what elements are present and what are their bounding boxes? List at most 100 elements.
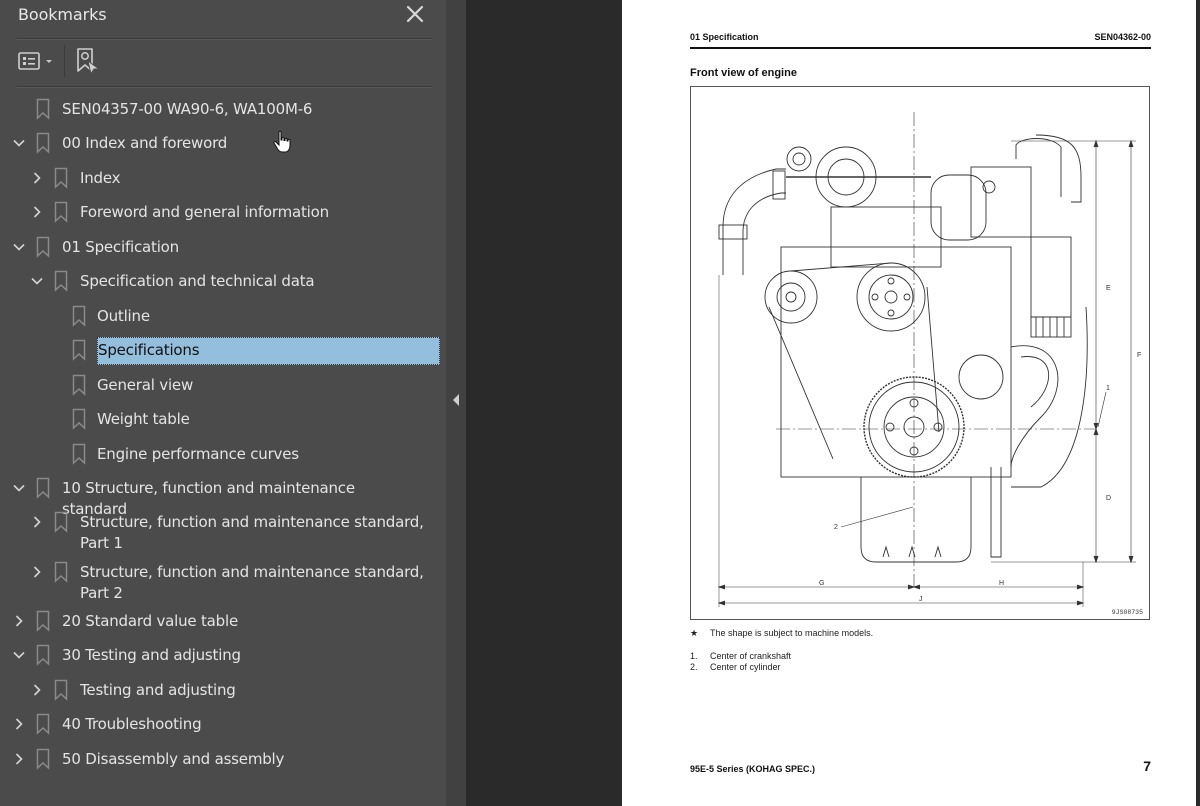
- bookmark-item[interactable]: SEN04357-00 WA90-6, WA100M-6: [0, 92, 446, 126]
- bookmark-item[interactable]: Structure, function and maintenance stan…: [0, 555, 446, 603]
- bookmark-item[interactable]: Index: [0, 161, 446, 195]
- bookmark-item[interactable]: Structure, function and maintenance stan…: [0, 505, 446, 553]
- bookmark-label: Foreword and general information: [80, 203, 329, 221]
- bookmark-icon: [72, 374, 86, 396]
- dim-label-J: J: [919, 596, 923, 603]
- bookmark-icon: [36, 748, 50, 770]
- bookmarks-toolbar: [0, 40, 446, 86]
- bookmark-item[interactable]: 00 Index and foreword: [0, 126, 446, 160]
- toolbar-separator: [64, 45, 65, 77]
- bookmark-item[interactable]: 20 Standard value table: [0, 604, 446, 638]
- bookmark-icon: [36, 98, 50, 120]
- bookmark-item[interactable]: Outline: [0, 299, 446, 333]
- vertical-scrollbar[interactable]: [1196, 0, 1200, 806]
- bookmark-icon: [72, 408, 86, 430]
- figure-id: 9JS08735: [1111, 609, 1143, 616]
- document-page: 01 Specification SEN04362-00 Front view …: [622, 0, 1196, 806]
- callout-2: 2: [834, 524, 838, 531]
- dim-label-G: G: [819, 580, 824, 587]
- bookmark-options-button[interactable]: [17, 50, 57, 74]
- star-icon: ★: [690, 628, 699, 638]
- bookmark-item[interactable]: 01 Specification: [0, 230, 446, 264]
- panel-collapse-handle[interactable]: [446, 0, 466, 806]
- bookmark-icon: [72, 305, 86, 327]
- header-rule: [690, 47, 1151, 49]
- bookmark-label: General view: [97, 376, 194, 394]
- legend-item: 1. Center of crankshaft: [690, 651, 792, 661]
- dim-label-H: H: [999, 580, 1004, 587]
- bookmark-label: 40 Troubleshooting: [62, 715, 202, 733]
- close-panel-button[interactable]: [404, 3, 426, 25]
- section-title: Front view of engine: [690, 67, 797, 79]
- collapse-panel-left-icon: [453, 394, 459, 406]
- panel-title: Bookmarks: [18, 5, 107, 24]
- page-footer-series: 95E-5 Series (KOHAG SPEC.): [690, 764, 816, 774]
- chevron-right-icon[interactable]: [12, 717, 26, 731]
- bookmark-label: 01 Specification: [62, 238, 179, 256]
- bookmark-item[interactable]: 50 Disassembly and assembly: [0, 742, 446, 776]
- bookmark-item[interactable]: Weight table: [0, 402, 446, 436]
- bookmark-icon: [54, 201, 68, 223]
- bookmark-item[interactable]: Specification and technical data: [0, 264, 446, 298]
- chevron-right-icon[interactable]: [30, 565, 44, 579]
- bookmarks-header: Bookmarks: [0, 0, 446, 38]
- bookmark-item[interactable]: Specifications: [0, 333, 446, 367]
- chevron-down-icon[interactable]: [12, 136, 26, 150]
- find-current-bookmark-button[interactable]: [75, 47, 103, 77]
- bookmark-label: SEN04357-00 WA90-6, WA100M-6: [62, 100, 313, 118]
- bookmark-item[interactable]: Testing and adjusting: [0, 673, 446, 707]
- bookmark-item[interactable]: 40 Troubleshooting: [0, 707, 446, 741]
- bookmark-icon: [36, 236, 50, 258]
- chevron-down-icon[interactable]: [12, 648, 26, 662]
- bookmark-label: 20 Standard value table: [62, 612, 238, 630]
- close-icon: [406, 5, 424, 23]
- chevron-right-icon[interactable]: [30, 683, 44, 697]
- dim-label-D: D: [1106, 495, 1111, 502]
- chevron-right-icon[interactable]: [30, 515, 44, 529]
- page-header-section: 01 Specification: [690, 32, 759, 42]
- chevron-down-icon[interactable]: [12, 481, 26, 495]
- chevron-right-icon[interactable]: [30, 205, 44, 219]
- chevron-down-icon: [46, 60, 52, 63]
- callout-1: 1: [1106, 385, 1110, 392]
- bookmark-icon: [54, 561, 68, 583]
- dim-label-E: E: [1106, 285, 1111, 292]
- bookmark-icon: [54, 167, 68, 189]
- bookmark-icon: [36, 477, 50, 499]
- find-current-bookmark-icon: [77, 48, 101, 76]
- bookmark-icon: [36, 713, 50, 735]
- dim-label-F: F: [1137, 352, 1141, 359]
- bookmark-label: Outline: [97, 307, 150, 325]
- bookmark-label: Weight table: [97, 410, 190, 428]
- chevron-right-icon[interactable]: [12, 752, 26, 766]
- bookmark-item[interactable]: Engine performance curves: [0, 437, 446, 471]
- page-header-doc-id: SEN04362-00: [1094, 32, 1151, 42]
- bookmark-icon: [36, 610, 50, 632]
- bookmark-label: Index: [80, 169, 121, 187]
- chevron-right-icon[interactable]: [30, 171, 44, 185]
- bookmark-label: Structure, function and maintenance stan…: [80, 513, 424, 552]
- bookmark-icon: [36, 132, 50, 154]
- bookmark-label: Specification and technical data: [80, 272, 315, 290]
- document-viewer-background: [466, 0, 622, 806]
- page-number: 7: [1143, 758, 1151, 774]
- bookmark-item[interactable]: General view: [0, 368, 446, 402]
- bookmark-icon: [36, 644, 50, 666]
- bookmark-item[interactable]: 30 Testing and adjusting: [0, 638, 446, 672]
- engine-figure: E F D G H J 1 2 9JS08735: [690, 86, 1150, 620]
- bookmark-label: 50 Disassembly and assembly: [62, 750, 285, 768]
- bookmark-label: 30 Testing and adjusting: [62, 646, 241, 664]
- legend-item: 2. Center of cylinder: [690, 662, 781, 672]
- bookmark-icon: [54, 270, 68, 292]
- bookmark-icon: [72, 443, 86, 465]
- bookmark-label: Structure, function and maintenance stan…: [80, 563, 424, 602]
- chevron-right-icon[interactable]: [12, 614, 26, 628]
- bookmark-icon: [72, 339, 86, 361]
- bookmark-item[interactable]: Foreword and general information: [0, 195, 446, 229]
- chevron-down-icon[interactable]: [12, 240, 26, 254]
- chevron-down-icon[interactable]: [30, 274, 44, 288]
- bookmarks-panel: Bookmarks SEN04357-00 WA90-6, WA100M-6 0…: [0, 0, 446, 806]
- star-note: ★ The shape is subject to machine models.: [690, 628, 874, 638]
- bookmark-label: Testing and adjusting: [80, 681, 236, 699]
- bookmark-icon: [54, 511, 68, 533]
